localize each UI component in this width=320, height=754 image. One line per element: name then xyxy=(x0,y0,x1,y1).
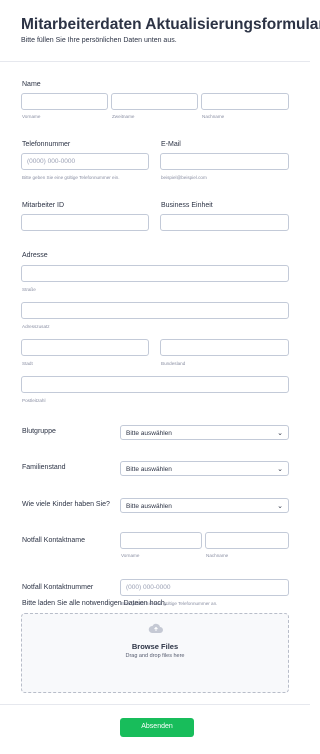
marital-select[interactable]: Bitte auswählen ⌄ xyxy=(120,461,289,476)
cloud-upload-icon xyxy=(148,623,163,633)
blood-type-select[interactable]: Bitte auswählen ⌄ xyxy=(120,425,289,440)
emergency-phone-placeholder: (000) 000-0000 xyxy=(126,584,171,591)
emergency-phone-input[interactable]: (000) 000-0000 xyxy=(120,579,289,596)
blood-type-label: Blutgruppe xyxy=(22,428,56,435)
blood-type-value: Bitte auswählen xyxy=(126,429,172,437)
email-label: E-Mail xyxy=(161,141,181,148)
children-value: Bitte auswählen xyxy=(126,502,172,510)
street2-input[interactable] xyxy=(21,302,289,319)
last-name-sublabel: Nachname xyxy=(202,114,225,119)
state-sublabel: Bundesland xyxy=(161,361,186,366)
form-subtitle: Bitte füllen Sie Ihre persönlichen Daten… xyxy=(21,37,177,44)
emergency-first-name-input[interactable] xyxy=(120,532,202,549)
phone-label: Telefonnummer xyxy=(22,141,71,148)
header-divider xyxy=(0,61,310,62)
phone-input[interactable]: (0000) 000-0000 xyxy=(21,153,149,170)
footer-divider xyxy=(0,704,310,705)
email-hint: beispiel@beispiel.com xyxy=(161,175,207,180)
address-label: Adresse xyxy=(22,252,48,259)
street-sublabel: Straße xyxy=(22,287,36,292)
children-select[interactable]: Bitte auswählen ⌄ xyxy=(120,498,289,513)
city-input[interactable] xyxy=(21,339,149,356)
emergency-last-sublabel: Nachname xyxy=(206,553,229,558)
employee-id-label: Mitarbeiter ID xyxy=(22,202,65,209)
submit-button[interactable]: Absenden xyxy=(120,718,194,737)
zip-sublabel: Postleitzahl xyxy=(22,398,46,403)
chevron-down-icon: ⌄ xyxy=(277,503,283,510)
marital-label: Familienstand xyxy=(22,464,66,471)
first-name-input[interactable] xyxy=(21,93,108,110)
zip-input[interactable] xyxy=(21,376,289,393)
state-input[interactable] xyxy=(160,339,289,356)
name-label: Name xyxy=(22,81,41,88)
employee-id-input[interactable] xyxy=(21,214,149,231)
street2-sublabel: Adresszusatz xyxy=(22,324,50,329)
phone-hint: Bitte geben Sie eine gültige Telefonnumm… xyxy=(22,175,120,180)
chevron-down-icon: ⌄ xyxy=(277,430,283,437)
marital-value: Bitte auswählen xyxy=(126,465,172,473)
city-sublabel: Stadt xyxy=(22,361,33,366)
emergency-first-sublabel: Vorname xyxy=(121,553,140,558)
middle-name-sublabel: Zweitname xyxy=(112,114,135,119)
chevron-down-icon: ⌄ xyxy=(277,466,283,473)
emergency-contact-label: Notfall Kontaktname xyxy=(22,537,86,544)
phone-placeholder: (0000) 000-0000 xyxy=(27,158,76,165)
last-name-input[interactable] xyxy=(201,93,289,110)
file-drop-zone[interactable]: Browse Files Drag and drop files here xyxy=(21,613,289,693)
business-unit-label: Business Einheit xyxy=(161,202,213,209)
email-input[interactable] xyxy=(160,153,289,170)
emergency-phone-label: Notfall Kontaktnummer xyxy=(22,584,94,591)
street-input[interactable] xyxy=(21,265,289,282)
business-unit-input[interactable] xyxy=(160,214,289,231)
upload-label: Bitte laden Sie alle notwendigen Dateien… xyxy=(22,600,167,607)
first-name-sublabel: Vorname xyxy=(22,114,41,119)
drag-drop-hint: Drag and drop files here xyxy=(125,653,185,659)
middle-name-input[interactable] xyxy=(111,93,198,110)
emergency-last-name-input[interactable] xyxy=(205,532,289,549)
browse-files-title: Browse Files xyxy=(131,642,179,651)
form-title: Mitarbeiterdaten Aktualisierungsformular xyxy=(21,16,320,33)
children-label: Wie viele Kinder haben Sie? xyxy=(22,501,110,508)
